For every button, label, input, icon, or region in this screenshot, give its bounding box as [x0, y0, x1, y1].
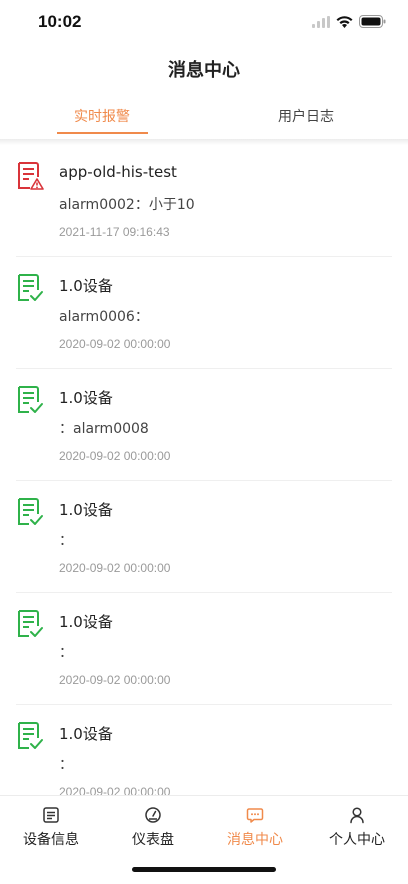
message-item[interactable]: 1.0设备 ： 2020-09-02 00:00:00	[16, 593, 392, 705]
message-text: alarm0002：小于10	[59, 197, 195, 213]
document-check-icon	[18, 386, 43, 413]
device-info-icon	[43, 807, 59, 823]
active-tab-indicator	[57, 132, 148, 134]
message-title: 1.0设备	[59, 613, 113, 631]
message-time: 2020-09-02 00:00:00	[59, 561, 171, 575]
status-bar: 10:02	[0, 0, 408, 46]
message-title: 1.0设备	[59, 501, 113, 519]
message-text: alarm0006：	[59, 309, 149, 325]
tab-user-log[interactable]: 用户日志	[204, 102, 408, 134]
message-time: 2021-11-17 09:16:43	[59, 225, 170, 239]
message-time: 2020-09-02 00:00:00	[59, 673, 171, 687]
message-item[interactable]: 1.0设备 ：alarm0008 2020-09-02 00:00:00	[16, 369, 392, 481]
nav-dashboard[interactable]: 仪表盘	[102, 796, 204, 852]
nav-label: 消息中心	[227, 832, 283, 848]
message-item[interactable]: 1.0设备 alarm0006： 2020-09-02 00:00:00	[16, 257, 392, 369]
wifi-icon	[336, 15, 353, 28]
document-check-icon	[18, 722, 43, 749]
message-time: 2020-09-02 00:00:00	[59, 337, 171, 351]
message-item[interactable]: 1.0设备 ： 2020-09-02 00:00:00	[16, 481, 392, 593]
document-check-icon	[18, 498, 43, 525]
page-title: 消息中心	[168, 60, 240, 81]
message-time: 2020-09-02 00:00:00	[59, 785, 171, 795]
nav-label: 仪表盘	[132, 832, 174, 848]
message-time: 2020-09-02 00:00:00	[59, 449, 171, 463]
message-item[interactable]: 1.0设备 ： 2020-09-02 00:00:00	[16, 705, 392, 795]
battery-icon	[359, 15, 386, 28]
message-title: 1.0设备	[59, 277, 113, 295]
document-check-icon	[18, 610, 43, 637]
nav-device-info[interactable]: 设备信息	[0, 796, 102, 852]
document-check-icon	[18, 274, 43, 301]
status-icons	[312, 15, 386, 28]
home-indicator[interactable]	[132, 867, 276, 872]
nav-label: 个人中心	[329, 832, 385, 848]
message-text: ：	[59, 645, 73, 661]
message-text: ：alarm0008	[59, 421, 149, 437]
signal-icon	[312, 15, 330, 28]
nav-profile[interactable]: 个人中心	[306, 796, 408, 852]
status-time: 10:02	[38, 12, 82, 31]
nav-label: 设备信息	[23, 832, 79, 848]
message-text: ：	[59, 757, 73, 773]
tab-realtime-alarm[interactable]: 实时报警	[0, 102, 204, 134]
profile-icon	[350, 807, 364, 824]
message-icon	[246, 808, 264, 823]
message-title: app-old-his-test	[59, 163, 177, 181]
message-list[interactable]: app-old-his-test alarm0002：小于10 2021-11-…	[0, 145, 408, 795]
message-text: ：	[59, 533, 73, 549]
document-warning-icon	[18, 162, 44, 190]
tab-bar: 实时报警 用户日志	[0, 102, 408, 140]
message-item[interactable]: app-old-his-test alarm0002：小于10 2021-11-…	[16, 145, 392, 257]
dashboard-icon	[145, 807, 161, 823]
nav-message-center[interactable]: 消息中心	[204, 796, 306, 852]
message-title: 1.0设备	[59, 725, 113, 743]
message-title: 1.0设备	[59, 389, 113, 407]
